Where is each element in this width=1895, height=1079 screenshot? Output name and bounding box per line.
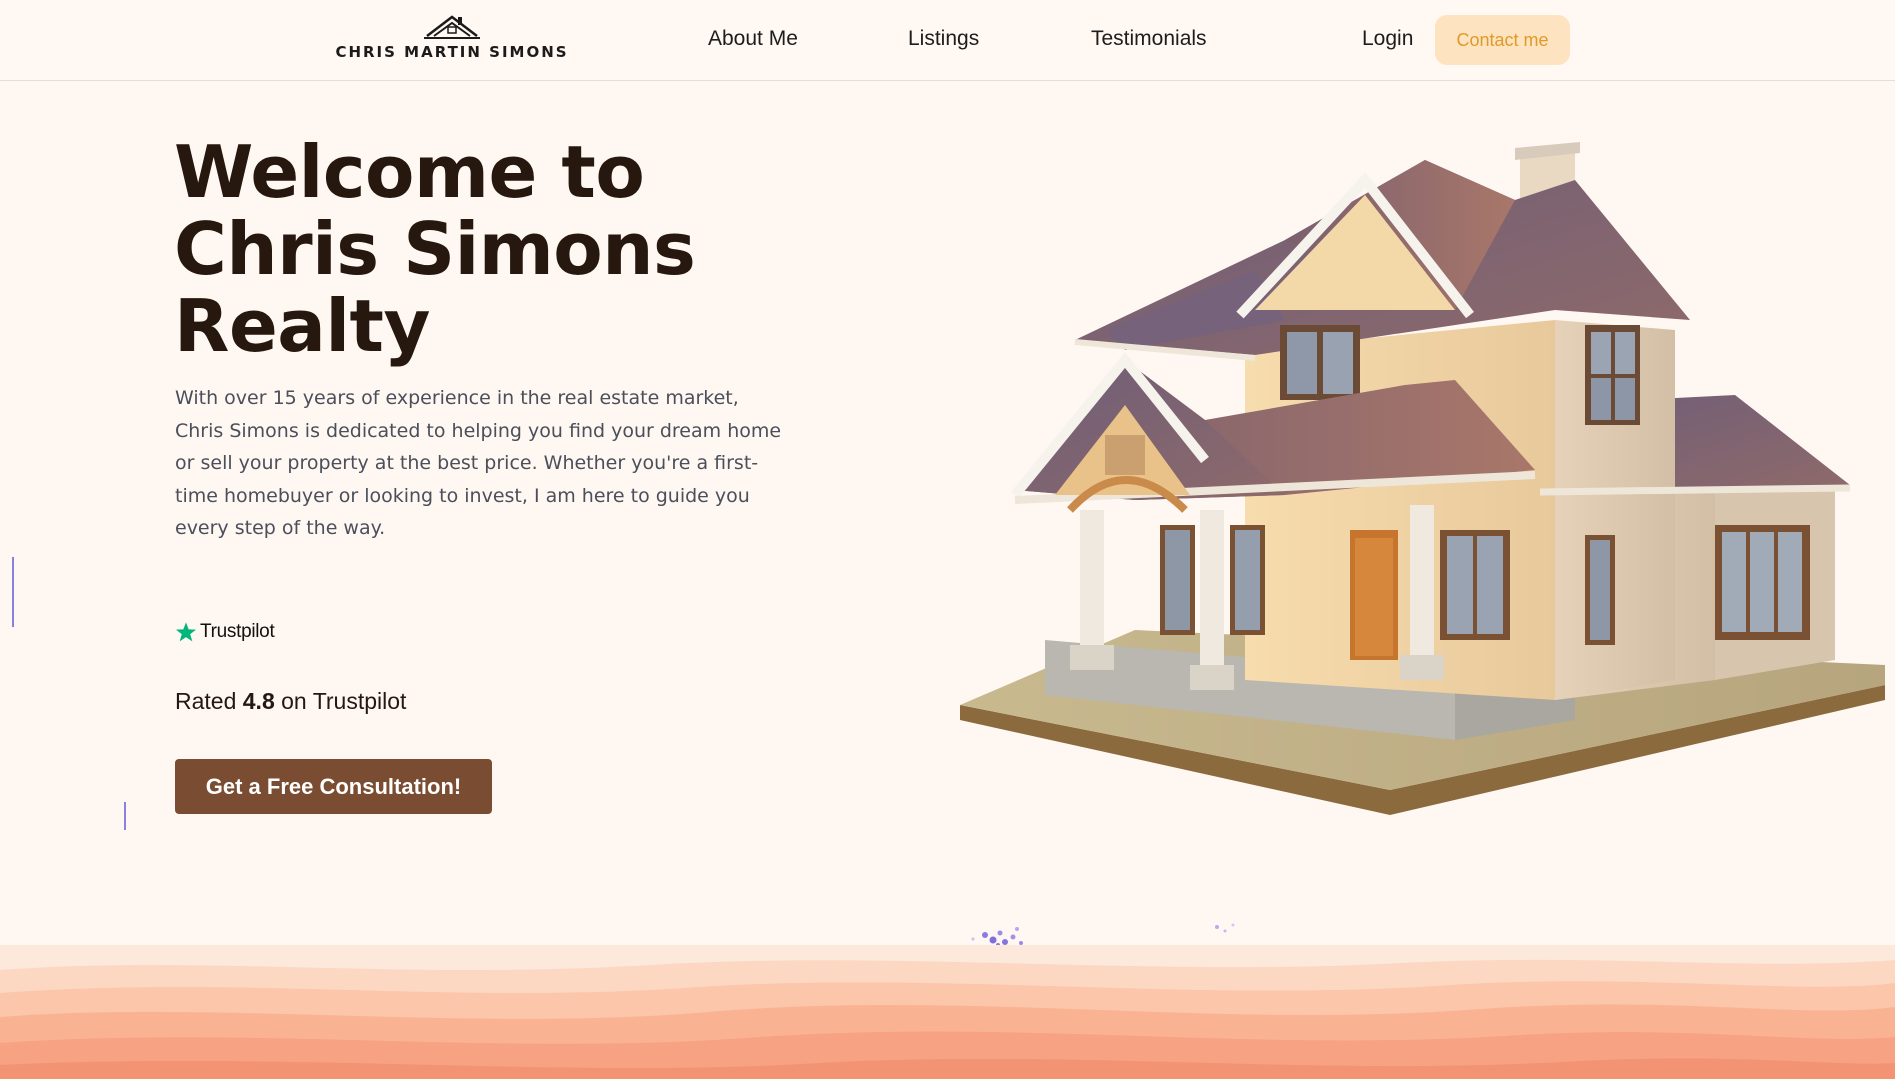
house-roof-icon <box>424 15 480 39</box>
decorative-line <box>124 802 126 830</box>
rating-value: 4.8 <box>242 688 275 714</box>
trustpilot-label: Trustpilot <box>200 621 275 642</box>
contact-button[interactable]: Contact me <box>1435 15 1570 65</box>
hero-title-line: Welcome to <box>174 130 645 214</box>
hero-description: With over 15 years of experience in the … <box>175 387 782 539</box>
decorative-waves <box>0 945 1895 1079</box>
logo-text: CHRIS MARTIN SIMONS <box>335 43 569 61</box>
hero-title-line: Realty <box>174 284 430 368</box>
page: CHRIS MARTIN SIMONS About Me Listings Te… <box>0 0 1895 1079</box>
house-illustration <box>960 142 1885 815</box>
free-consultation-button[interactable]: Get a Free Consultation! <box>175 759 492 814</box>
hero-title-line: Chris Simons <box>174 207 696 291</box>
logo[interactable]: CHRIS MARTIN SIMONS <box>335 14 567 66</box>
rating-suffix: on Trustpilot <box>274 688 407 714</box>
rating-text: Rated 4.8 on Trustpilot <box>175 688 406 715</box>
rating-prefix: Rated <box>175 688 243 714</box>
hero-title: Welcome to Chris Simons Realty <box>174 134 794 365</box>
nav-testimonials[interactable]: Testimonials <box>1091 27 1207 51</box>
decorative-line <box>12 557 14 627</box>
nav-login[interactable]: Login <box>1362 27 1413 51</box>
star-icon <box>175 622 197 642</box>
trustpilot-logo[interactable]: Trustpilot <box>175 621 275 643</box>
site-header: CHRIS MARTIN SIMONS About Me Listings Te… <box>0 0 1895 81</box>
nav-about[interactable]: About Me <box>708 27 798 51</box>
nav-listings[interactable]: Listings <box>908 27 979 51</box>
